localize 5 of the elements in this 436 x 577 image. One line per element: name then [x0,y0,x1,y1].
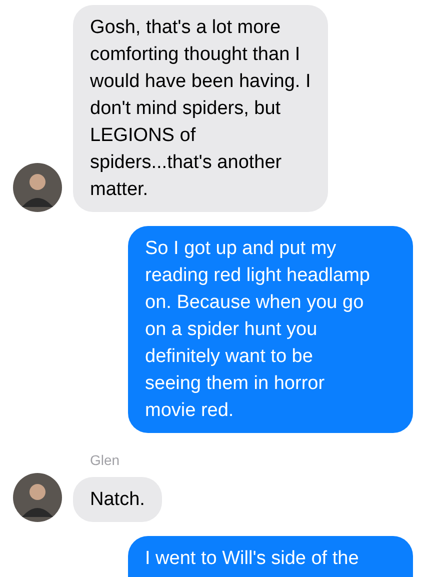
message-bubble: Natch. [73,477,162,522]
message-bubble: I went to Will's side of the [128,536,413,577]
sender-name: Glen [90,451,121,470]
message-bubble: Gosh, that's a lot more comforting thought than I would have been having. I don't mind spiders, but LEGIONS of spiders...that's another matter. [73,5,328,212]
message-bubble: So I got up and put my reading red light headlamp on. Because when you go on a spider hunt you definitely want to be seeing them in horror movie red. [128,226,413,433]
